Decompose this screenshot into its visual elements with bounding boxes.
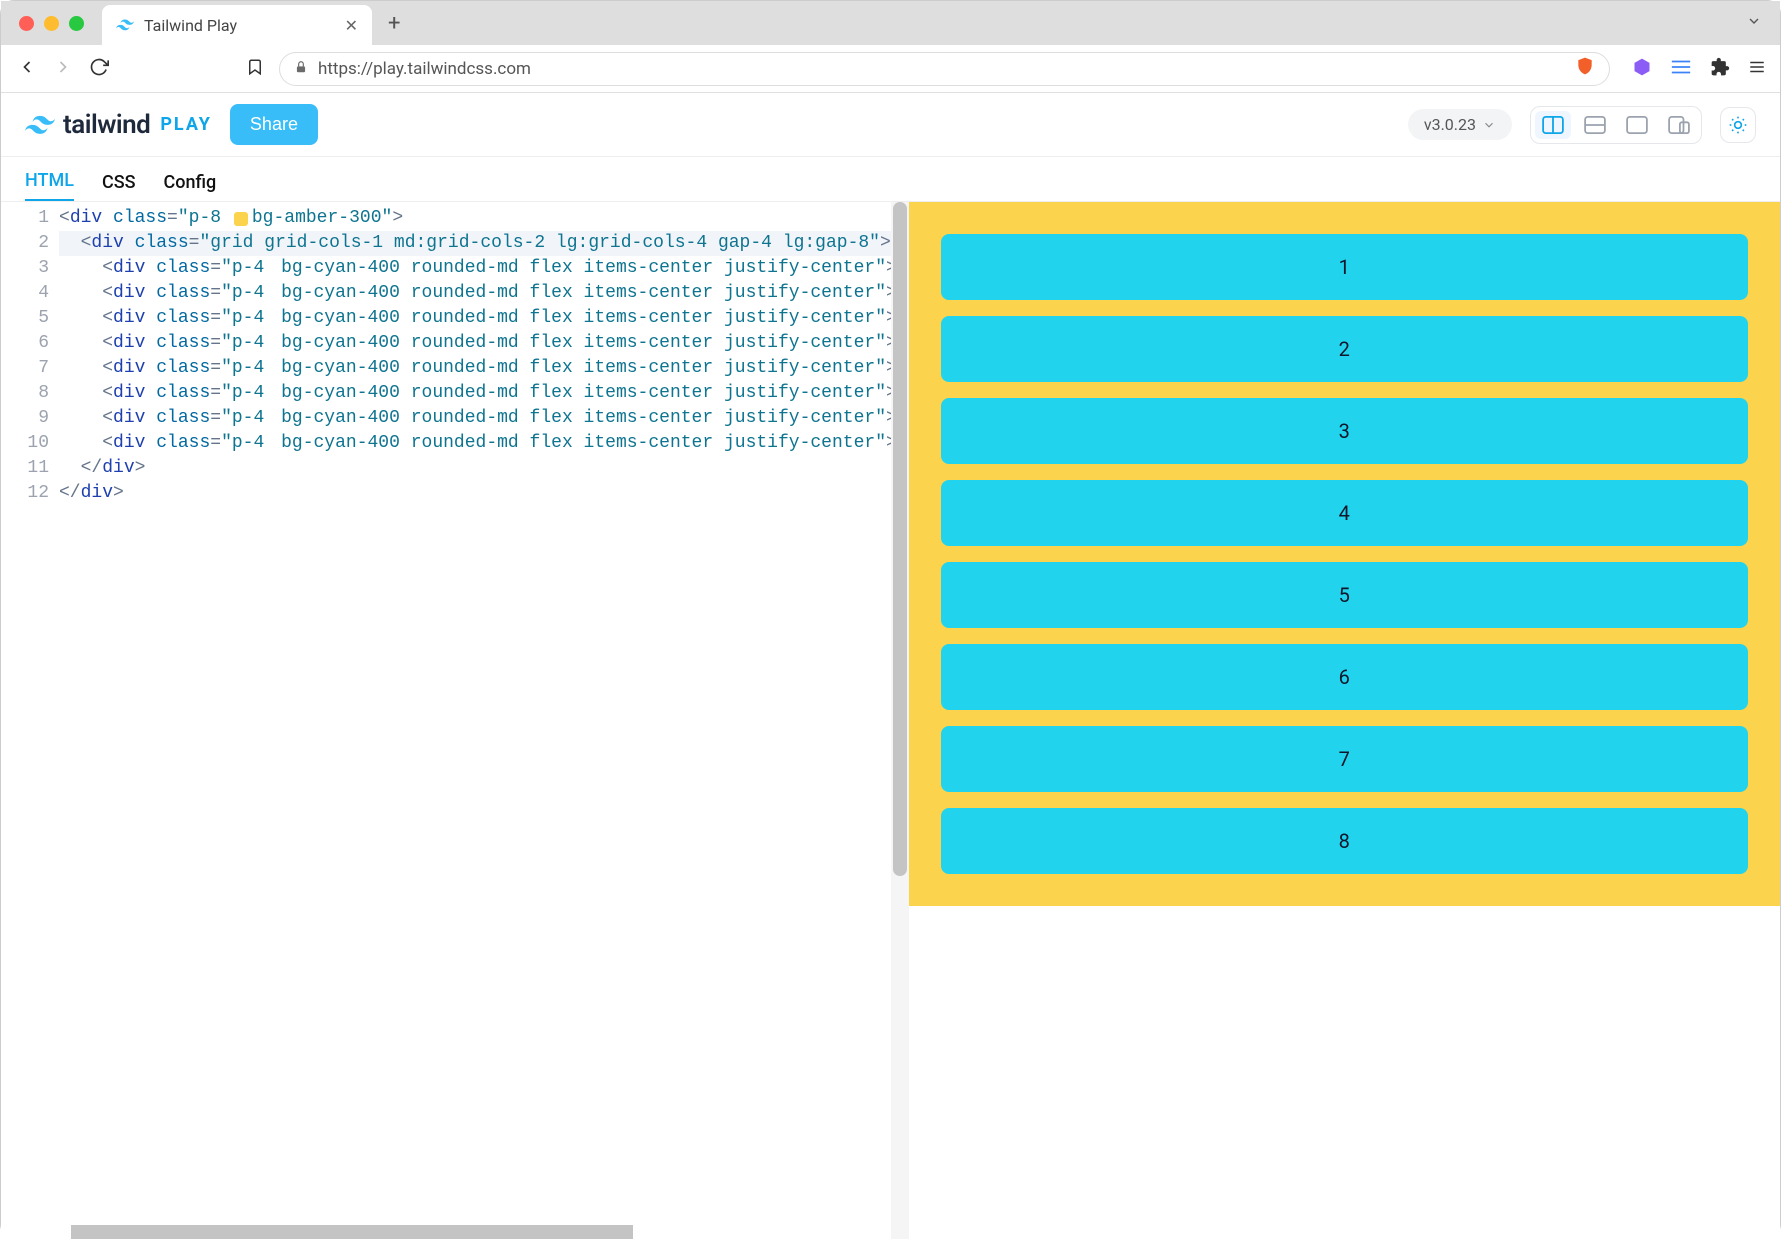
- code-line: <div class="p-4 bg-cyan-400 rounded-md f…: [59, 256, 891, 281]
- line-number: 10: [19, 431, 49, 456]
- back-button[interactable]: [15, 57, 39, 81]
- preview-cell: 6: [941, 644, 1749, 710]
- editor-tabs: HTML CSS Config: [1, 157, 1780, 201]
- code-line: <div class="p-4 bg-cyan-400 rounded-md f…: [59, 281, 891, 306]
- minimize-window-icon[interactable]: [44, 16, 59, 31]
- share-button[interactable]: Share: [230, 104, 318, 145]
- tab-html[interactable]: HTML: [25, 170, 74, 201]
- layout-switcher: [1530, 106, 1702, 144]
- code-line: <div class="p-4 bg-cyan-400 rounded-md f…: [59, 431, 891, 456]
- address-row: https://play.tailwindcss.com: [1, 45, 1780, 93]
- code-line: </div>: [59, 456, 891, 481]
- extension-2-icon[interactable]: [1670, 59, 1692, 79]
- chevron-down-icon: [1482, 118, 1496, 132]
- tailwind-logo-icon: [25, 110, 55, 140]
- line-gutter: 123456789101112: [1, 202, 59, 1239]
- close-window-icon[interactable]: [19, 16, 34, 31]
- bookmark-icon[interactable]: [243, 58, 267, 80]
- code-line: <div class="p-4 bg-cyan-400 rounded-md f…: [59, 356, 891, 381]
- logo-text: tailwind: [63, 110, 150, 140]
- horizontal-scrollbar[interactable]: [71, 1225, 875, 1239]
- logo-play: PLAY: [160, 114, 212, 135]
- line-number: 8: [19, 381, 49, 406]
- code-editor[interactable]: 123456789101112 <div class="p-8 bg-amber…: [1, 202, 891, 1239]
- preview-pane: 1 2 3 4 5 6 7 8: [909, 202, 1781, 1239]
- forward-button[interactable]: [51, 57, 75, 81]
- line-number: 9: [19, 406, 49, 431]
- preview-cell: 5: [941, 562, 1749, 628]
- reload-button[interactable]: [87, 57, 111, 81]
- layout-split-vertical-button[interactable]: [1535, 111, 1571, 139]
- line-number: 12: [19, 481, 49, 506]
- preview-root: 1 2 3 4 5 6 7 8: [909, 202, 1781, 906]
- tab-config[interactable]: Config: [164, 172, 217, 201]
- browser-tab[interactable]: Tailwind Play ✕: [102, 5, 372, 45]
- brave-shield-icon[interactable]: [1575, 55, 1595, 82]
- line-number: 5: [19, 306, 49, 331]
- code-line: <div class="p-4 bg-cyan-400 rounded-md f…: [59, 306, 891, 331]
- url-text: https://play.tailwindcss.com: [318, 59, 531, 79]
- maximize-window-icon[interactable]: [69, 16, 84, 31]
- preview-grid: 1 2 3 4 5 6 7 8: [941, 234, 1749, 874]
- preview-cell: 8: [941, 808, 1749, 874]
- browser-toolbar-right: [1632, 57, 1766, 81]
- code-line: <div class="p-8 bg-amber-300">: [59, 206, 891, 231]
- version-label: v3.0.23: [1424, 115, 1476, 134]
- line-number: 11: [19, 456, 49, 481]
- preview-cell: 1: [941, 234, 1749, 300]
- preview-cell: 7: [941, 726, 1749, 792]
- extensions-icon[interactable]: [1710, 57, 1730, 81]
- line-number: 3: [19, 256, 49, 281]
- tab-title: Tailwind Play: [144, 16, 237, 35]
- code-line: <div class="grid grid-cols-1 md:grid-col…: [59, 231, 891, 256]
- line-number: 2: [19, 231, 49, 256]
- code-line: </div>: [59, 481, 891, 506]
- layout-preview-button[interactable]: [1619, 111, 1655, 139]
- address-bar[interactable]: https://play.tailwindcss.com: [279, 52, 1610, 86]
- scrollbar-thumb[interactable]: [71, 1225, 633, 1239]
- preview-cell: 2: [941, 316, 1749, 382]
- code-line: <div class="p-4 bg-cyan-400 rounded-md f…: [59, 381, 891, 406]
- lock-icon: [294, 60, 308, 78]
- line-number: 4: [19, 281, 49, 306]
- line-number: 6: [19, 331, 49, 356]
- tailwind-logo[interactable]: tailwind PLAY: [25, 110, 212, 140]
- vertical-scrollbar[interactable]: [891, 202, 909, 1239]
- layout-split-horizontal-button[interactable]: [1577, 111, 1613, 139]
- code-line: <div class="p-4 bg-cyan-400 rounded-md f…: [59, 331, 891, 356]
- code-line: <div class="p-4 bg-cyan-400 rounded-md f…: [59, 406, 891, 431]
- browser-chrome: Tailwind Play ✕ + https://play.tailwindc…: [1, 1, 1780, 93]
- tailwind-favicon-icon: [116, 16, 134, 34]
- main-split: 123456789101112 <div class="p-8 bg-amber…: [1, 201, 1780, 1239]
- scrollbar-thumb[interactable]: [893, 202, 907, 876]
- line-number: 1: [19, 206, 49, 231]
- tab-strip: Tailwind Play ✕ +: [1, 1, 1780, 45]
- app-header: tailwind PLAY Share v3.0.23: [1, 93, 1780, 157]
- preview-cell: 3: [941, 398, 1749, 464]
- window-controls: [19, 16, 84, 31]
- sun-icon: [1728, 115, 1748, 135]
- new-tab-button[interactable]: +: [382, 11, 406, 36]
- extension-1-icon[interactable]: [1632, 57, 1652, 81]
- preview-cell: 4: [941, 480, 1749, 546]
- code-content[interactable]: <div class="p-8 bg-amber-300"> <div clas…: [59, 202, 891, 1239]
- layout-responsive-button[interactable]: [1661, 111, 1697, 139]
- line-number: 7: [19, 356, 49, 381]
- version-selector[interactable]: v3.0.23: [1408, 109, 1512, 140]
- tab-css[interactable]: CSS: [102, 172, 136, 201]
- tabs-dropdown-icon[interactable]: [1746, 13, 1762, 33]
- browser-menu-icon[interactable]: [1748, 58, 1766, 80]
- theme-toggle-button[interactable]: [1720, 107, 1756, 143]
- close-tab-icon[interactable]: ✕: [345, 16, 358, 35]
